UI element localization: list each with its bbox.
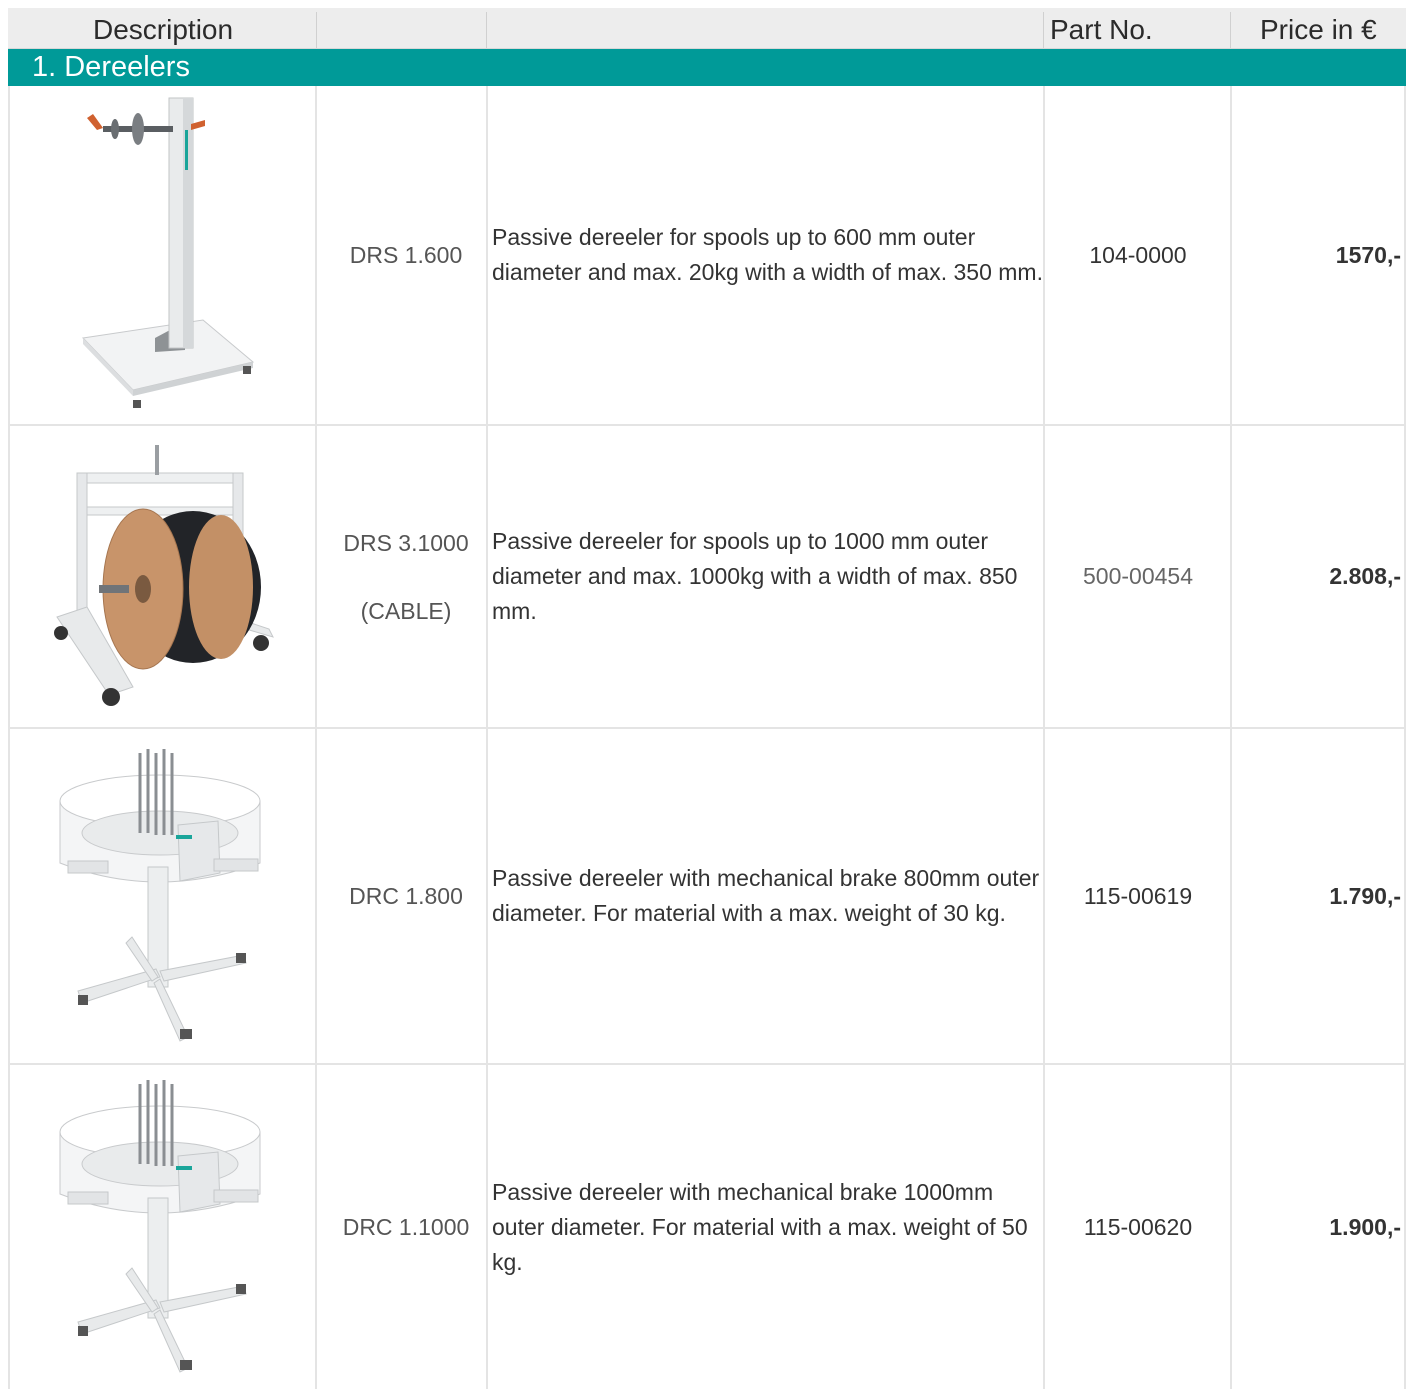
header-divider	[486, 12, 487, 48]
stand-dereeler-icon	[81, 97, 255, 408]
product-description: Passive dereeler with mechanical brake 1…	[492, 1178, 1028, 1275]
product-description: Passive dereeler for spools up to 600 mm…	[492, 224, 1043, 285]
product-table: DRS 1.600 Passive dereeler for spools up…	[8, 86, 1406, 1389]
header-price: Price in €	[1260, 14, 1377, 45]
header-part-no: Part No.	[1050, 14, 1153, 45]
price: 1.790,-	[1329, 882, 1401, 909]
product-image	[10, 86, 316, 424]
coil-basket-dereeler-icon	[59, 1080, 261, 1373]
header-description: Description	[93, 14, 234, 45]
model-subtitle: (CABLE)	[360, 597, 452, 624]
price: 2.808,-	[1329, 563, 1401, 589]
model-name: DRS 3.1000	[343, 529, 469, 556]
product-description: Passive dereeler with mechanical brake 8…	[492, 865, 1040, 926]
part-number: 115-00620	[1083, 1213, 1193, 1240]
header-divider	[316, 12, 317, 48]
header-divider	[1043, 12, 1044, 48]
model-name: DRC 1.800	[349, 883, 463, 909]
table-header: Description Part No. Price in €	[8, 8, 1406, 49]
section-bar: 1. Dereelers	[8, 49, 1406, 86]
section-title: 1. Dereelers	[32, 51, 190, 83]
header-divider	[1230, 12, 1231, 48]
product-image	[10, 426, 316, 727]
coil-basket-dereeler-icon	[59, 749, 261, 1042]
table-row: DRS 1.600 Passive dereeler for spools up…	[8, 86, 1406, 424]
cable-spool-dereeler-icon	[54, 444, 274, 706]
product-image	[10, 1065, 316, 1389]
price: 1570,-	[1335, 241, 1401, 268]
part-number: 104-0000	[1089, 241, 1187, 268]
part-number: 115-00619	[1083, 882, 1193, 909]
table-row: DRS 3.1000 (CABLE) Passive dereeler for …	[8, 426, 1406, 727]
price: 1.900,-	[1329, 1213, 1401, 1240]
table-row: DRC 1.1000 Passive dereeler with mechani…	[8, 1065, 1406, 1389]
model-name: DRS 1.600	[349, 242, 463, 268]
product-image	[10, 729, 316, 1063]
table-row: DRC 1.800 Passive dereeler with mechanic…	[8, 729, 1406, 1063]
product-description: Passive dereeler for spools up to 1000 m…	[492, 528, 1018, 624]
model-name: DRC 1.1000	[342, 1214, 470, 1240]
part-number: 500-00454	[1083, 563, 1193, 589]
